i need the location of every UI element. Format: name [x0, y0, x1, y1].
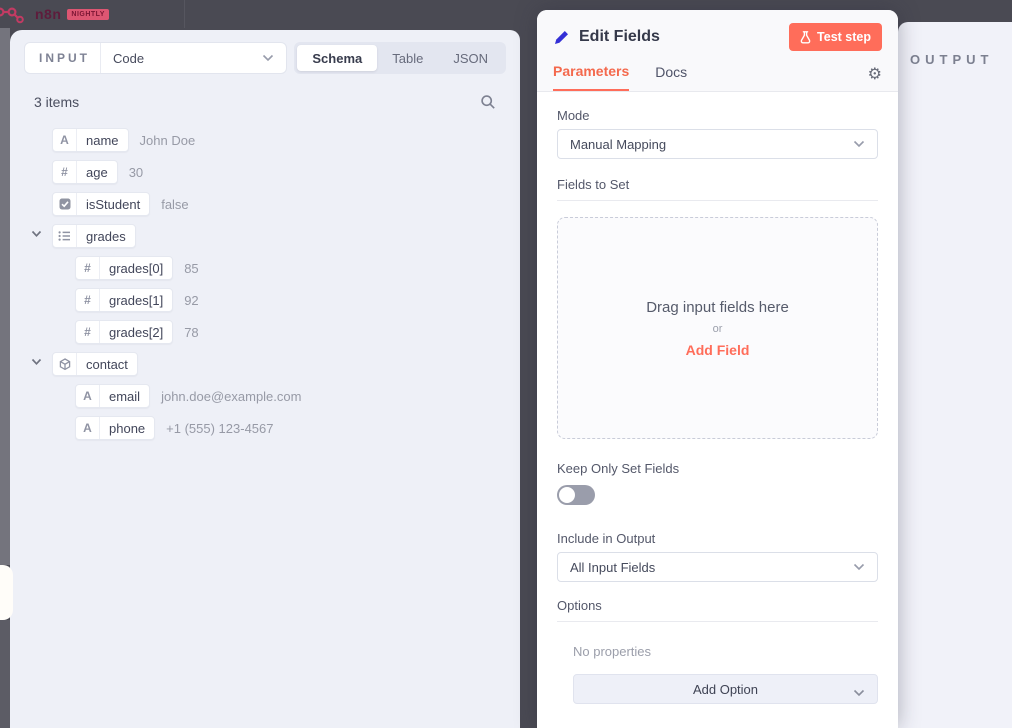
field-value: 85	[184, 261, 198, 276]
dropzone-or: or	[713, 323, 723, 335]
tab-json[interactable]: JSON	[438, 45, 503, 71]
keep-only-set-fields-toggle[interactable]	[557, 485, 595, 505]
field-value: 92	[184, 293, 198, 308]
left-sidebar-rail-bottom	[0, 620, 10, 728]
test-step-button[interactable]: Test step	[789, 23, 882, 51]
chevron-down-icon[interactable]	[31, 230, 42, 238]
table-row: # age 30	[24, 156, 506, 188]
chevron-down-icon	[262, 54, 286, 62]
table-row: # grades[0] 85	[24, 252, 506, 284]
no-properties-text: No properties	[573, 644, 878, 659]
output-panel-label: OUTPUT	[910, 52, 1012, 67]
n8n-node-detail-view: n8n NIGHTLY INPUT Code Schema Table JSON…	[0, 0, 1012, 728]
input-source-value: Code	[101, 51, 262, 66]
input-panel: INPUT Code Schema Table JSON 3 items A	[10, 30, 520, 728]
field-pill-age[interactable]: # age	[52, 160, 118, 184]
list-array-type-icon	[53, 225, 77, 247]
field-pill-grades-1[interactable]: # grades[1]	[75, 288, 173, 312]
schema-tree: A name John Doe # age 30 isStudent	[24, 124, 506, 444]
dialog-header: Edit Fields Test step Parameters Docs ⚙	[537, 10, 898, 92]
dialog-body: Mode Manual Mapping Fields to Set Drag i…	[537, 92, 898, 720]
field-pill-grades[interactable]: grades	[52, 224, 136, 248]
number-type-icon: #	[53, 161, 77, 183]
chevron-down-icon[interactable]	[31, 358, 42, 366]
add-field-button[interactable]: Add Field	[686, 342, 750, 358]
chevron-down-icon	[853, 140, 865, 148]
left-sidebar-rail	[0, 28, 10, 565]
field-value: john.doe@example.com	[161, 389, 301, 404]
cube-object-type-icon	[53, 353, 77, 375]
chevron-down-icon	[853, 563, 865, 571]
n8n-logo-icon	[0, 4, 29, 24]
page-title: Edit Fields	[579, 28, 789, 46]
field-value: false	[161, 197, 188, 212]
field-pill-grades-2[interactable]: # grades[2]	[75, 320, 173, 344]
field-value: +1 (555) 123-4567	[166, 421, 273, 436]
mode-select[interactable]: Manual Mapping	[557, 129, 878, 159]
brand-zone[interactable]: n8n NIGHTLY	[0, 0, 185, 28]
string-type-icon: A	[76, 385, 100, 407]
display-mode-tabs: Schema Table JSON	[294, 42, 506, 74]
table-row: # grades[2] 78	[24, 316, 506, 348]
gear-icon[interactable]: ⚙	[868, 64, 882, 91]
field-value: 78	[184, 325, 198, 340]
number-type-icon: #	[76, 321, 100, 343]
string-type-icon: A	[53, 129, 77, 151]
number-type-icon: #	[76, 257, 100, 279]
field-pill-isstudent[interactable]: isStudent	[52, 192, 150, 216]
drag-drop-zone[interactable]: Drag input fields here or Add Field	[557, 217, 878, 439]
nightly-badge: NIGHTLY	[67, 9, 109, 20]
input-source-select[interactable]: INPUT Code	[24, 42, 287, 74]
table-row: A name John Doe	[24, 124, 506, 156]
chevron-down-icon	[853, 685, 865, 700]
field-value: 30	[129, 165, 143, 180]
brand-name: n8n	[35, 6, 61, 22]
fields-to-set-label: Fields to Set	[557, 177, 878, 201]
table-row: A phone +1 (555) 123-4567	[24, 412, 506, 444]
tab-schema[interactable]: Schema	[297, 45, 377, 71]
table-row: contact	[24, 348, 506, 380]
pencil-icon	[553, 29, 570, 46]
flask-icon	[800, 31, 811, 44]
table-row: # grades[1] 92	[24, 284, 506, 316]
tab-docs[interactable]: Docs	[655, 64, 687, 90]
edit-fields-dialog: Edit Fields Test step Parameters Docs ⚙ …	[537, 10, 898, 728]
field-pill-grades-0[interactable]: # grades[0]	[75, 256, 173, 280]
keep-only-set-fields-label: Keep Only Set Fields	[557, 461, 878, 476]
sidebar-collapse-handle[interactable]	[0, 565, 13, 620]
search-icon[interactable]	[480, 94, 496, 110]
include-in-output-select[interactable]: All Input Fields	[557, 552, 878, 582]
number-type-icon: #	[76, 289, 100, 311]
field-pill-email[interactable]: A email	[75, 384, 150, 408]
options-label: Options	[557, 598, 878, 622]
table-row: grades	[24, 220, 506, 252]
field-value: John Doe	[140, 133, 196, 148]
string-type-icon: A	[76, 417, 100, 439]
toggle-knob	[559, 487, 575, 503]
field-pill-name[interactable]: A name	[52, 128, 129, 152]
field-pill-contact[interactable]: contact	[52, 352, 138, 376]
tab-table[interactable]: Table	[377, 45, 438, 71]
field-pill-phone[interactable]: A phone	[75, 416, 155, 440]
input-panel-label: INPUT	[25, 43, 101, 73]
add-option-button[interactable]: Add Option	[573, 674, 878, 704]
table-row: isStudent false	[24, 188, 506, 220]
checkbox-boolean-type-icon	[53, 193, 77, 215]
tab-parameters[interactable]: Parameters	[553, 63, 629, 91]
output-panel: OUTPUT	[898, 22, 1012, 728]
mode-label: Mode	[557, 108, 878, 123]
table-row: A email john.doe@example.com	[24, 380, 506, 412]
include-in-output-label: Include in Output	[557, 531, 878, 546]
items-count: 3 items	[34, 94, 79, 110]
dropzone-text: Drag input fields here	[646, 299, 789, 316]
